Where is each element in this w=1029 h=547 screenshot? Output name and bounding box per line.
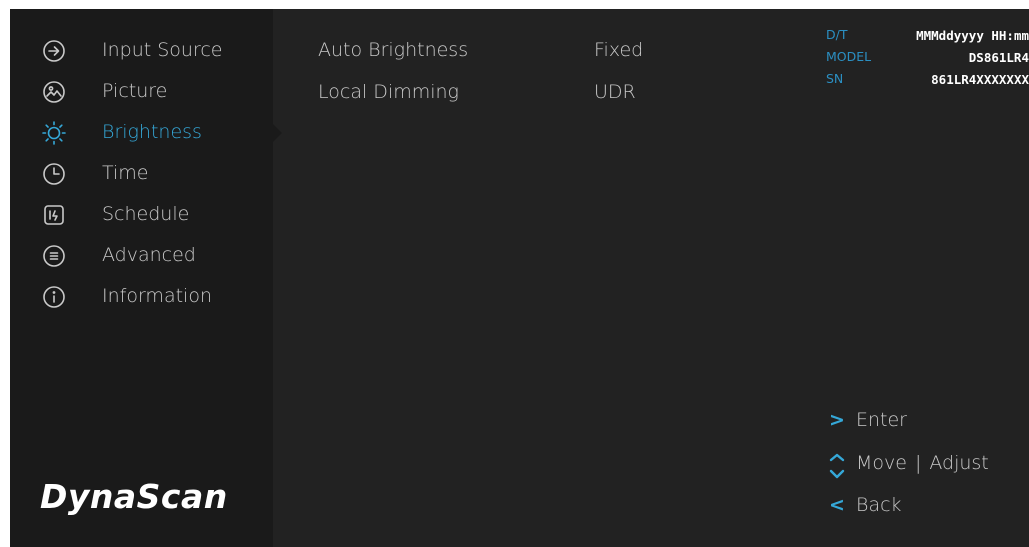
menu-item-label: Information xyxy=(102,285,212,307)
info-datetime: D/T MMMddyyyy HH:mm xyxy=(826,27,1029,49)
setting-name: Auto Brightness xyxy=(318,39,469,61)
setting-local-dimming[interactable]: Local Dimming UDR xyxy=(318,81,718,111)
sidebar: Input Source Picture Brightness Time Sch… xyxy=(10,9,273,547)
hint-enter-label: Enter xyxy=(856,409,907,431)
osd-menu: Input Source Picture Brightness Time Sch… xyxy=(10,9,1029,547)
dynascan-logo: DynaScan xyxy=(40,477,228,516)
info-datetime-label: D/T xyxy=(826,27,848,42)
hint-adjust-label: Adjust xyxy=(929,452,989,474)
setting-value: UDR xyxy=(594,81,636,103)
up-down-arrows-icon xyxy=(826,452,848,485)
menu-item-label: Input Source xyxy=(102,39,223,61)
info-serial-label: SN xyxy=(826,71,844,86)
picture-icon xyxy=(40,78,68,106)
schedule-icon xyxy=(40,201,68,229)
menu-item-label: Schedule xyxy=(102,203,190,225)
menu-item-advanced[interactable]: Advanced xyxy=(10,236,273,276)
menu-item-schedule[interactable]: Schedule xyxy=(10,195,273,235)
hint-separator: | xyxy=(914,452,922,474)
brightness-icon xyxy=(40,119,68,147)
menu-item-information[interactable]: Information xyxy=(10,277,273,317)
menu-item-brightness[interactable]: Brightness xyxy=(10,113,273,153)
clock-icon xyxy=(40,160,68,188)
setting-value: Fixed xyxy=(594,39,644,61)
information-icon xyxy=(40,283,68,311)
info-model-value: DS861LR4 xyxy=(968,50,1029,65)
menu-item-label: Picture xyxy=(102,80,168,102)
menu-item-label: Time xyxy=(102,162,149,184)
setting-name: Local Dimming xyxy=(318,81,459,103)
info-serial: SN 861LR4XXXXXXX xyxy=(826,71,1029,93)
info-datetime-value: MMMddyyyy HH:mm xyxy=(916,28,1029,43)
info-serial-value: 861LR4XXXXXXX xyxy=(931,72,1029,87)
active-item-pointer xyxy=(273,124,282,142)
menu-item-picture[interactable]: Picture xyxy=(10,72,273,112)
hint-move-label: Move xyxy=(856,452,907,474)
advanced-icon xyxy=(40,242,68,270)
menu-item-input-source[interactable]: Input Source xyxy=(10,31,273,71)
chevron-left-icon: < xyxy=(829,494,845,516)
info-model-label: MODEL xyxy=(826,49,872,64)
chevron-right-icon: > xyxy=(829,409,845,431)
menu-item-label: Advanced xyxy=(102,244,196,266)
device-info: D/T MMMddyyyy HH:mm MODEL DS861LR4 SN 86… xyxy=(826,27,1029,93)
info-model: MODEL DS861LR4 xyxy=(826,49,1029,71)
setting-auto-brightness[interactable]: Auto Brightness Fixed xyxy=(318,39,718,69)
input-source-icon xyxy=(40,37,68,65)
menu-item-time[interactable]: Time xyxy=(10,154,273,194)
hint-back-label: Back xyxy=(856,494,902,516)
menu-item-label: Brightness xyxy=(102,121,202,143)
